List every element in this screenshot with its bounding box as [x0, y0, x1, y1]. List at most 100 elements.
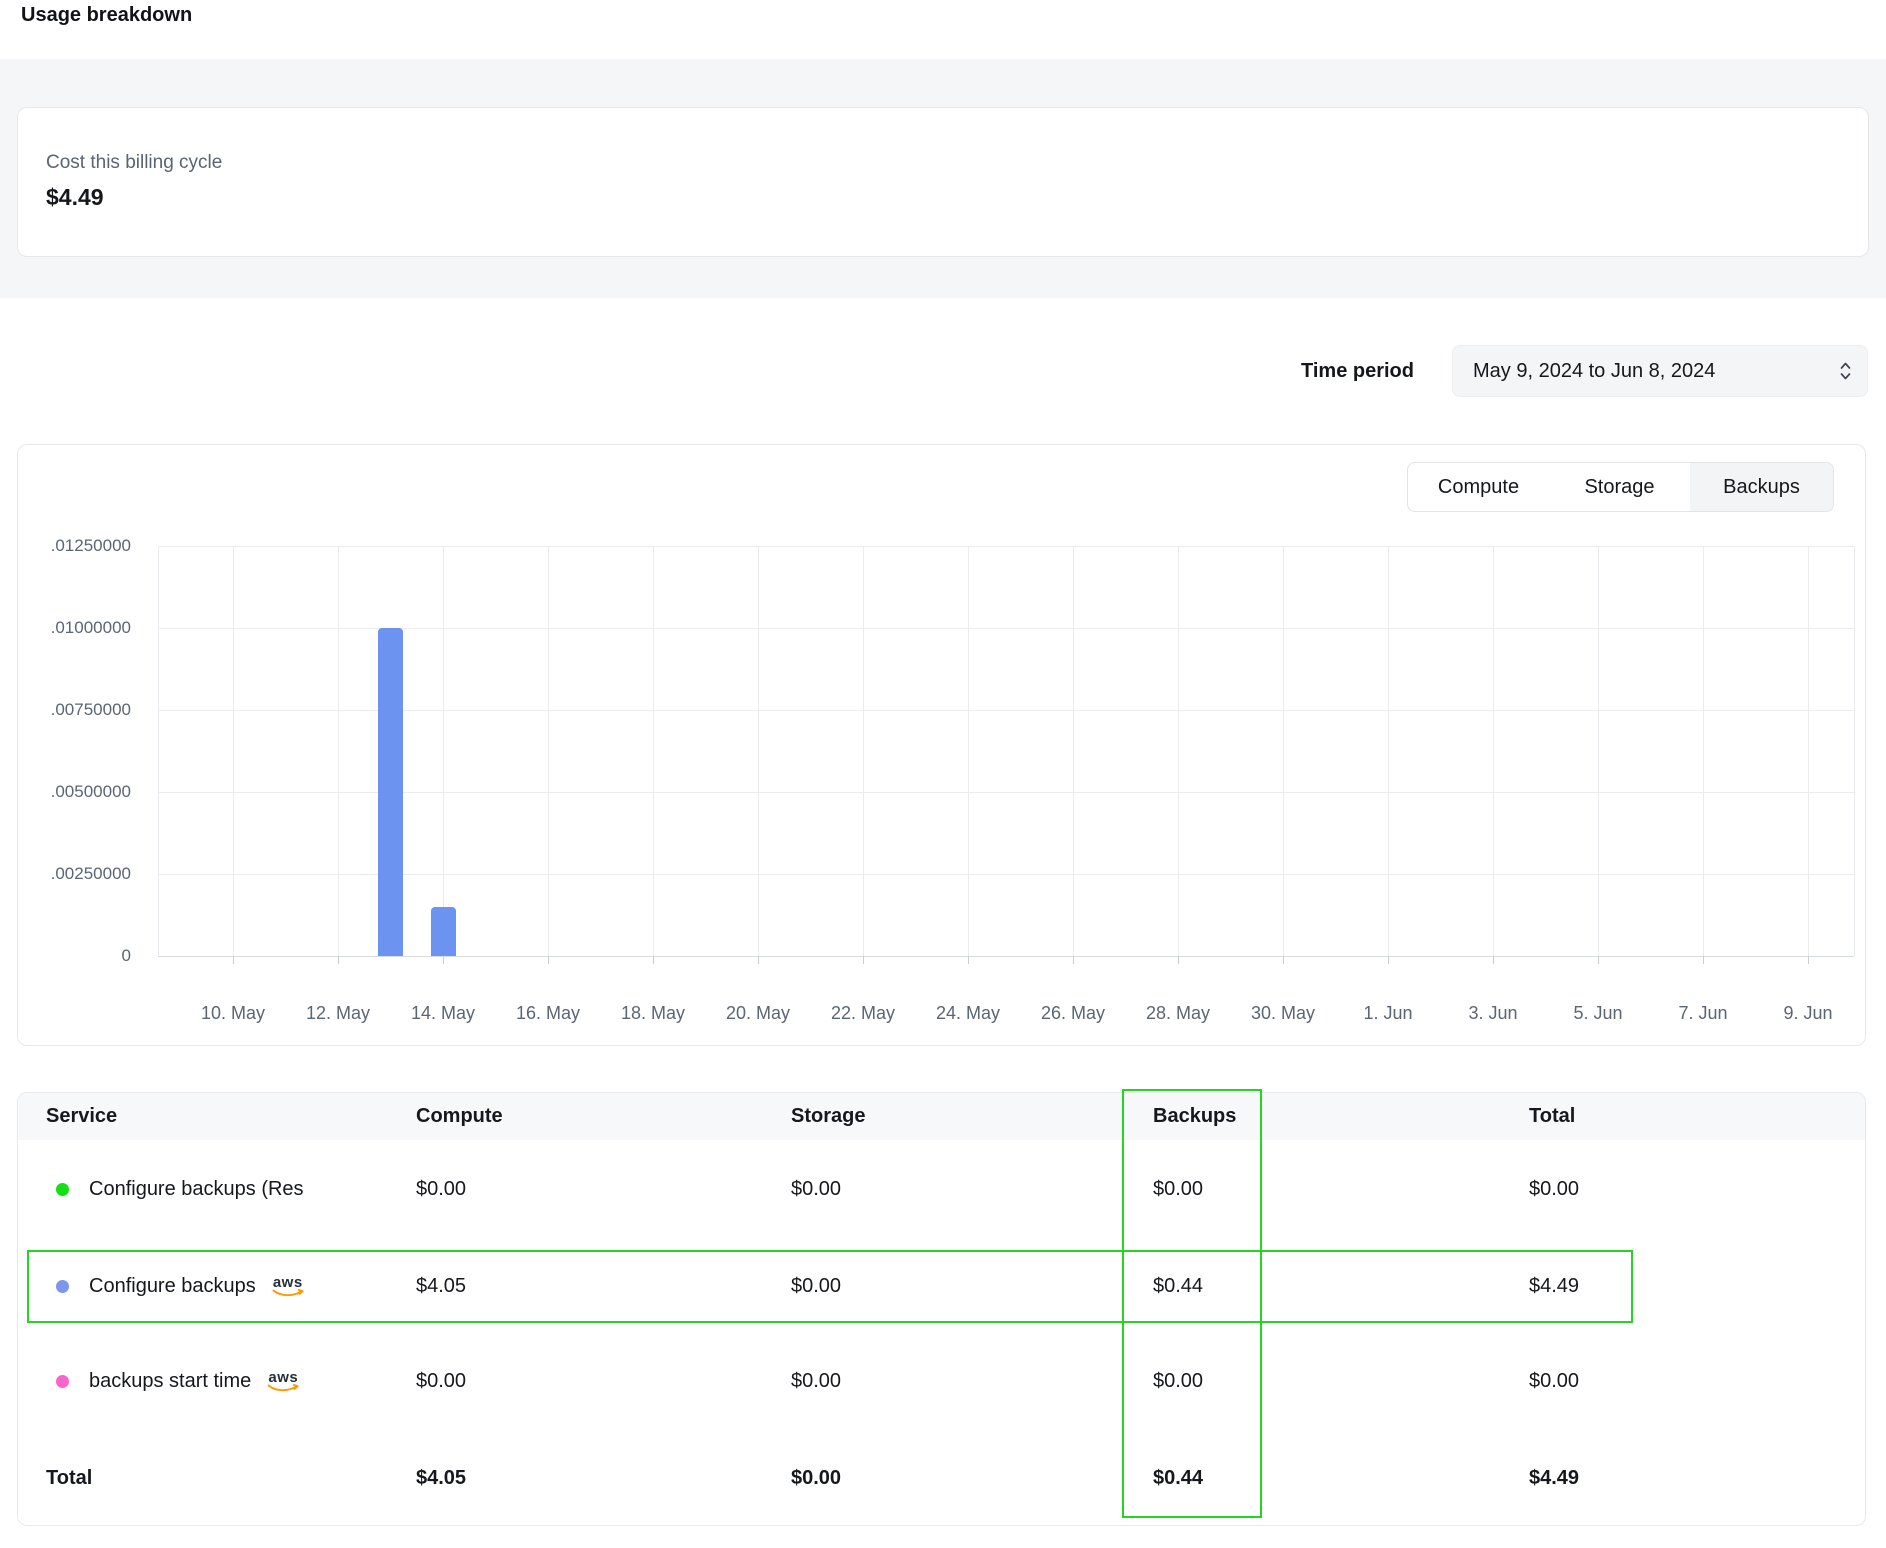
- x-axis-tick: [1178, 956, 1179, 964]
- x-axis-tick: [653, 956, 654, 964]
- x-axis-tick: [443, 956, 444, 964]
- x-axis-label: 24. May: [916, 1003, 1020, 1024]
- gridline-v: [1283, 546, 1284, 956]
- usage-chart-card: Compute Storage Backups .01250000 .010000…: [17, 444, 1866, 1046]
- bar-13-may: [378, 628, 403, 956]
- gridline-v: [1073, 546, 1074, 956]
- gridline-h: [158, 546, 1854, 547]
- total-row-label: Total: [18, 1467, 416, 1490]
- cost-card: Cost this billing cycle $4.49: [17, 107, 1869, 257]
- total-value: $0.00: [1529, 1178, 1865, 1201]
- service-dot-green: [56, 1183, 69, 1196]
- service-name: Configure backups (Resto: [89, 1178, 303, 1201]
- x-axis-tick: [758, 956, 759, 964]
- compute-value: $0.00: [416, 1178, 791, 1201]
- time-period-label: Time period: [1301, 360, 1414, 383]
- gridline-v: [1808, 546, 1809, 956]
- total-total: $4.49: [1529, 1467, 1865, 1490]
- gridline-v: [1598, 546, 1599, 956]
- x-axis-tick: [233, 956, 234, 964]
- table-header-row: Service Compute Storage Backups Total: [18, 1093, 1865, 1140]
- time-period-value: May 9, 2024 to Jun 8, 2024: [1473, 360, 1715, 383]
- table-row: Configure backups aws $4.05 $0.00 $0.44 …: [18, 1239, 1865, 1334]
- gridline-v: [653, 546, 654, 956]
- x-axis-tick: [1388, 956, 1389, 964]
- x-axis-label: 12. May: [286, 1003, 390, 1024]
- x-axis-label: 5. Jun: [1546, 1003, 1650, 1024]
- table-total-row: Total $4.05 $0.00 $0.44 $4.49: [18, 1429, 1865, 1526]
- usage-breakdown-page: Usage breakdown Cost this billing cycle …: [0, 0, 1886, 1548]
- gridline-v: [1703, 546, 1704, 956]
- service-name: Configure backups: [89, 1275, 256, 1298]
- x-axis-label: 9. Jun: [1756, 1003, 1860, 1024]
- cost-value: $4.49: [46, 184, 104, 211]
- bar-14-may: [431, 907, 456, 956]
- compute-value: $0.00: [416, 1370, 791, 1393]
- col-header-storage: Storage: [791, 1105, 1153, 1128]
- tab-storage[interactable]: Storage: [1549, 463, 1690, 511]
- x-axis-tick: [863, 956, 864, 964]
- x-axis-tick: [1703, 956, 1704, 964]
- gridline-v: [548, 546, 549, 956]
- x-axis-label: 22. May: [811, 1003, 915, 1024]
- x-axis-label: 7. Jun: [1651, 1003, 1755, 1024]
- x-axis-label: 14. May: [391, 1003, 495, 1024]
- x-axis-line: [158, 956, 1854, 957]
- storage-value: $0.00: [791, 1370, 1153, 1393]
- service-name: backups start time: [89, 1370, 251, 1393]
- table-row: Configure backups (Resto $0.00 $0.00 $0.…: [18, 1140, 1865, 1239]
- tab-compute[interactable]: Compute: [1408, 463, 1549, 511]
- compute-total: $4.05: [416, 1467, 791, 1490]
- total-value: $4.49: [1529, 1275, 1865, 1298]
- x-axis-tick: [1283, 956, 1284, 964]
- backups-total: $0.44: [1153, 1467, 1529, 1490]
- y-axis-label: .01250000: [21, 535, 131, 557]
- x-axis-label: 16. May: [496, 1003, 600, 1024]
- gridline-v: [1178, 546, 1179, 956]
- x-axis-tick: [1073, 956, 1074, 964]
- aws-icon: aws: [272, 1275, 304, 1298]
- service-dot-blue: [56, 1280, 69, 1293]
- x-axis-label: 3. Jun: [1441, 1003, 1545, 1024]
- tab-backups[interactable]: Backups: [1690, 463, 1833, 511]
- col-header-backups: Backups: [1153, 1105, 1529, 1128]
- backups-value: $0.00: [1153, 1178, 1529, 1201]
- y-axis-label: .00750000: [21, 699, 131, 721]
- aws-icon: aws: [267, 1370, 299, 1393]
- x-axis-tick: [1598, 956, 1599, 964]
- x-axis-label: 20. May: [706, 1003, 810, 1024]
- gridline-h: [158, 628, 1854, 629]
- gridline-v: [1388, 546, 1389, 956]
- x-axis-tick: [548, 956, 549, 964]
- billing-summary-band: Cost this billing cycle $4.49: [0, 59, 1886, 298]
- backups-value: $0.00: [1153, 1370, 1529, 1393]
- gridline-v: [1493, 546, 1494, 956]
- y-axis-label: .00250000: [21, 863, 131, 885]
- x-axis-label: 30. May: [1231, 1003, 1335, 1024]
- table-row: backups start time aws $0.00 $0.00 $0.00…: [18, 1334, 1865, 1429]
- y-axis-label: .01000000: [21, 617, 131, 639]
- x-axis-tick: [1493, 956, 1494, 964]
- y-axis-label: 0: [21, 945, 131, 967]
- y-axis-label: .00500000: [21, 781, 131, 803]
- x-axis-tick: [968, 956, 969, 964]
- usage-table: Service Compute Storage Backups Total Co…: [17, 1092, 1866, 1526]
- col-header-service: Service: [18, 1105, 416, 1128]
- gridline-v: [1854, 546, 1855, 956]
- time-period-select[interactable]: May 9, 2024 to Jun 8, 2024: [1452, 345, 1868, 397]
- gridline-v: [233, 546, 234, 956]
- service-dot-pink: [56, 1375, 69, 1388]
- backups-value: $0.44: [1153, 1275, 1529, 1298]
- chart-metric-tabs: Compute Storage Backups: [1407, 462, 1834, 512]
- select-chevrons-icon: [1838, 360, 1853, 382]
- compute-value: $4.05: [416, 1275, 791, 1298]
- x-axis-label: 1. Jun: [1336, 1003, 1440, 1024]
- total-value: $0.00: [1529, 1370, 1865, 1393]
- page-title: Usage breakdown: [21, 4, 192, 27]
- col-header-total: Total: [1529, 1105, 1865, 1128]
- col-header-compute: Compute: [416, 1105, 791, 1128]
- gridline-v: [443, 546, 444, 956]
- storage-value: $0.00: [791, 1275, 1153, 1298]
- gridline-v: [968, 546, 969, 956]
- x-axis-label: 18. May: [601, 1003, 705, 1024]
